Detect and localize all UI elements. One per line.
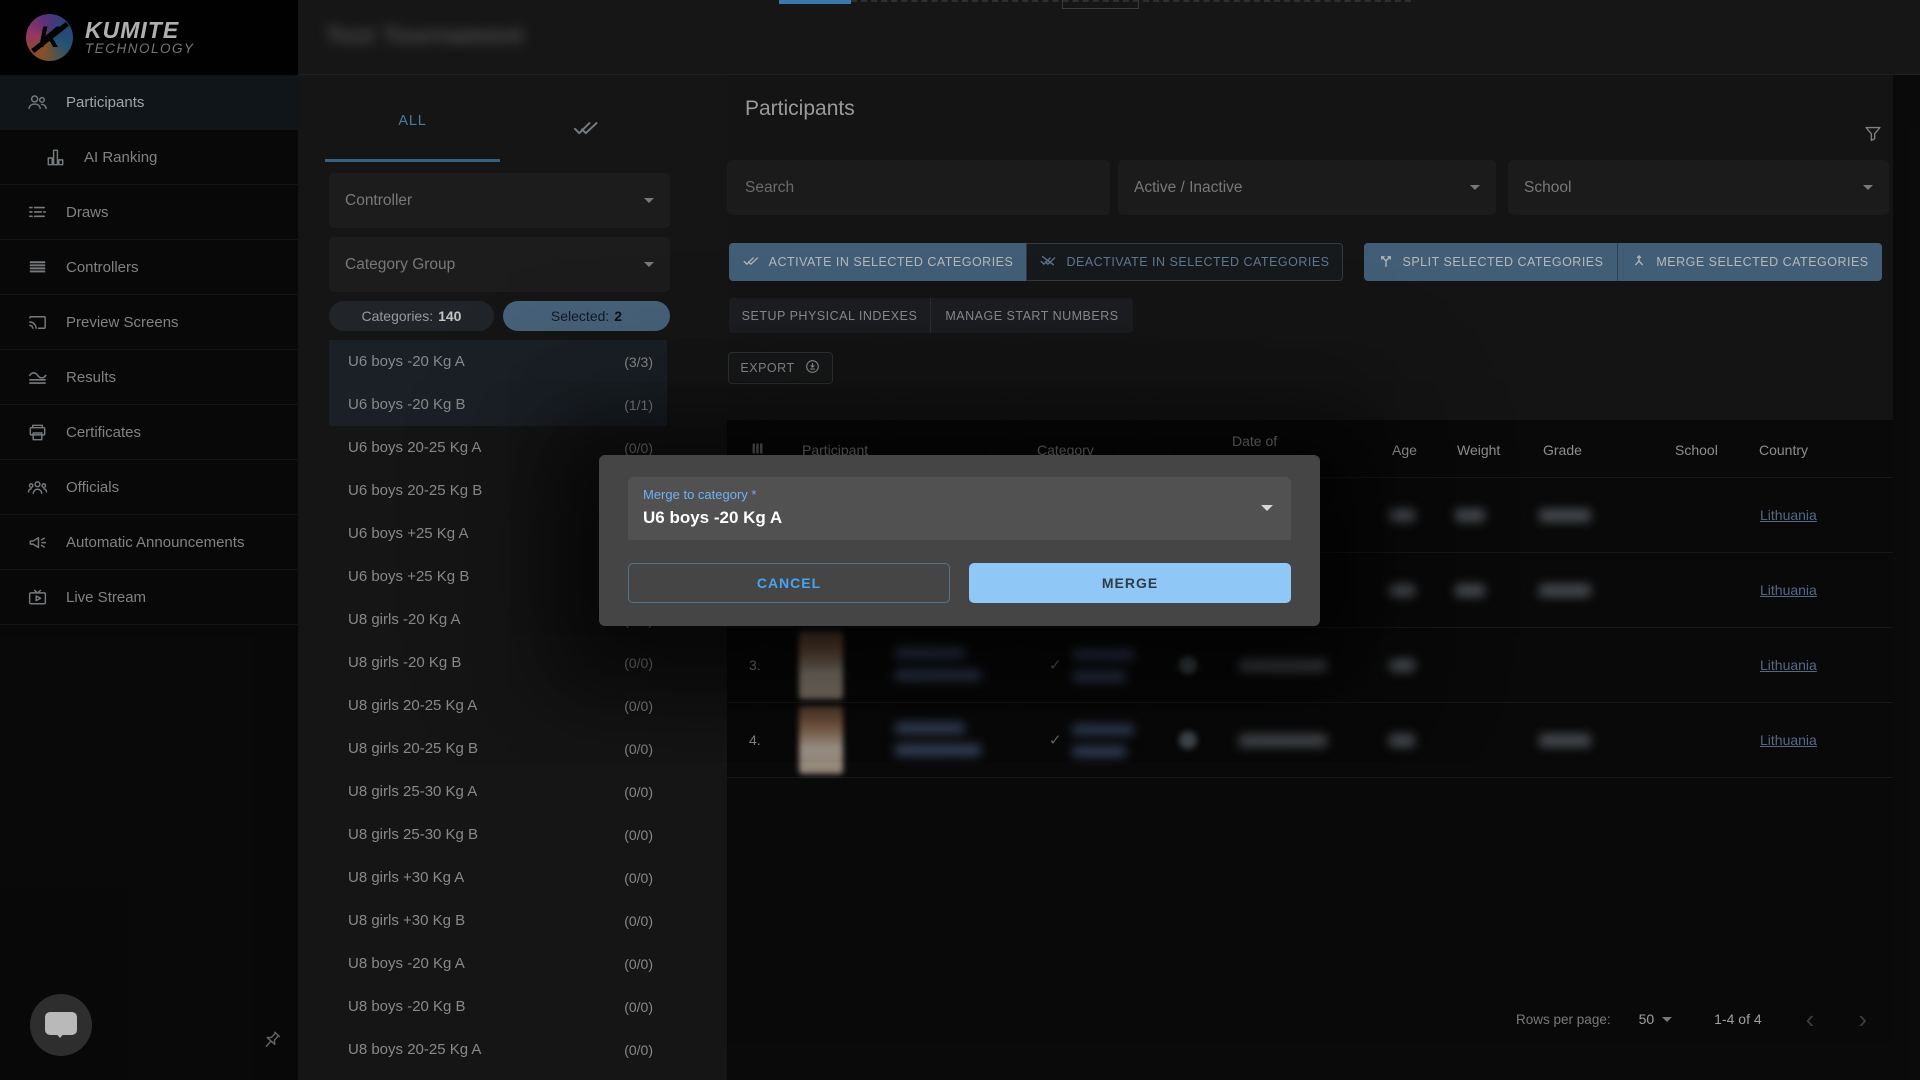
merge-button[interactable]: MERGE <box>969 563 1291 603</box>
cancel-button[interactable]: CANCEL <box>628 563 950 603</box>
merge-to-category-label: Merge to category * <box>643 487 756 502</box>
merge-to-category-value: U6 boys -20 Kg A <box>643 508 782 528</box>
merge-to-category-select[interactable]: Merge to category * U6 boys -20 Kg A <box>628 477 1291 540</box>
merge-category-dialog: Merge to category * U6 boys -20 Kg A CAN… <box>599 455 1320 626</box>
chevron-down-icon <box>1261 505 1273 511</box>
app-root: K KUMITE TECHNOLOGY Participants AI Rank… <box>0 0 1920 1080</box>
